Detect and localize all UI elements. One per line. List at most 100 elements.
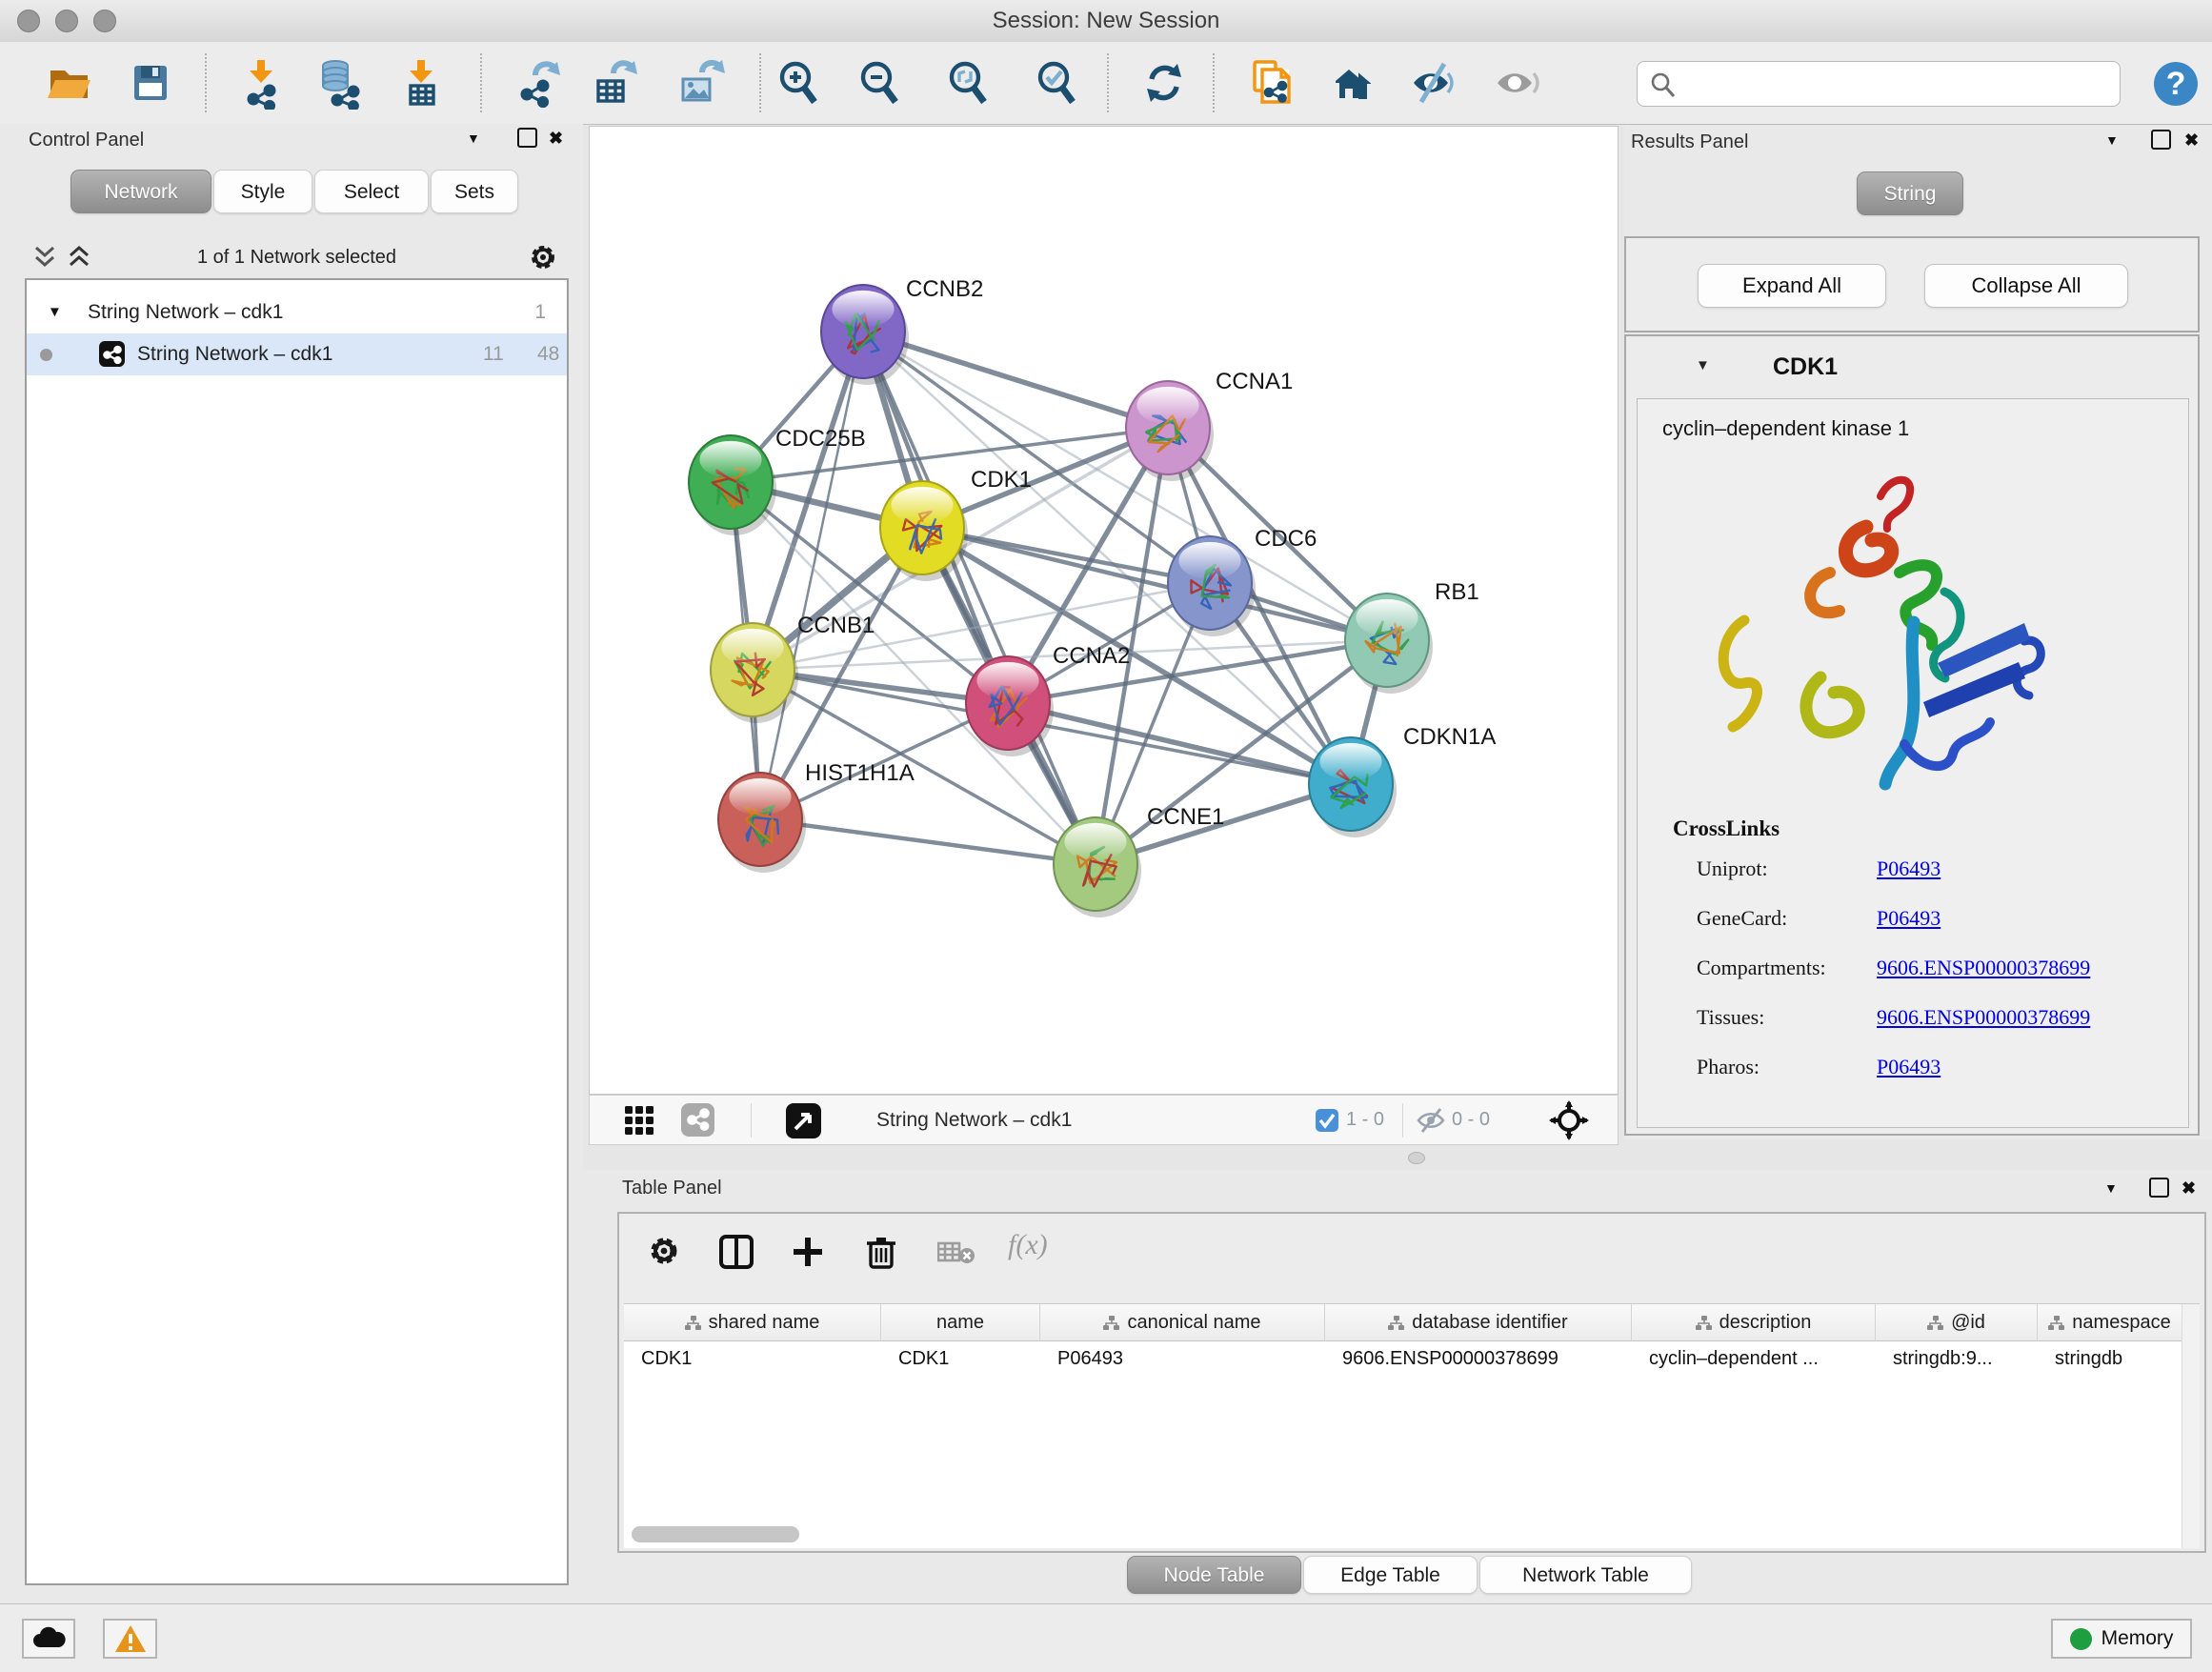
hide-panels-icon[interactable] [1406, 56, 1459, 110]
import-table-icon[interactable] [394, 56, 448, 110]
zoom-selected-icon[interactable] [1031, 56, 1084, 110]
crosslink-link[interactable]: P06493 [1877, 906, 1941, 931]
table-cell[interactable]: stringdb [2038, 1341, 2182, 1376]
save-session-icon[interactable] [124, 56, 177, 110]
network-collection-row[interactable]: ▼ String Network – cdk1 1 [27, 292, 567, 333]
node-CDC6[interactable] [1168, 536, 1256, 636]
string-network-graph[interactable]: CCNB2CCNA1CDC25BCDK1CDC6RB1CCNB1CCNA2CDK… [590, 127, 1618, 1094]
node-CDC25B[interactable] [689, 435, 776, 535]
panel-float-icon[interactable] [2149, 1178, 2169, 1198]
tab-style[interactable]: Style [213, 170, 312, 213]
tab-string[interactable]: String [1857, 171, 1963, 215]
detach-view-icon[interactable] [786, 1103, 821, 1138]
panel-menu-icon[interactable]: ▼ [467, 124, 480, 152]
horizontal-splitter[interactable] [583, 1145, 2212, 1170]
help-icon[interactable]: ? [2149, 56, 2202, 110]
node-table[interactable]: shared namenamecanonical namedatabase id… [624, 1303, 2200, 1548]
expand-all-button[interactable]: Expand All [1698, 264, 1886, 308]
node-CCNA1[interactable] [1126, 381, 1214, 481]
grid-view-icon[interactable] [623, 1104, 655, 1137]
add-column-icon[interactable] [791, 1235, 825, 1269]
zoom-in-icon[interactable] [773, 56, 826, 110]
show-panels-icon[interactable] [1490, 56, 1543, 110]
column-header-canonical-name[interactable]: canonical name [1040, 1304, 1325, 1341]
function-icon[interactable]: f(x) [1008, 1229, 1048, 1261]
crosslink-link[interactable]: P06493 [1877, 856, 1941, 881]
string-home-icon[interactable] [1324, 56, 1377, 110]
column-header-description[interactable]: description [1632, 1304, 1876, 1341]
delete-table-icon[interactable] [937, 1240, 975, 1265]
import-database-icon[interactable] [313, 56, 367, 110]
network-row-selected[interactable]: String Network – cdk1 11 48 [27, 333, 567, 375]
collapse-all-button[interactable]: Collapse All [1924, 264, 2128, 308]
gear-icon[interactable] [648, 1235, 680, 1267]
edge-CCNA2-CDKN1A[interactable] [1008, 703, 1351, 784]
hidden-eye-icon[interactable] [1415, 1107, 1447, 1134]
tab-network-table[interactable]: Network Table [1479, 1556, 1692, 1594]
table-cell[interactable]: P06493 [1040, 1341, 1325, 1376]
cloud-icon [30, 1626, 67, 1651]
tab-edge-table[interactable]: Edge Table [1303, 1556, 1478, 1594]
table-cell[interactable]: 9606.ENSP00000378699 [1325, 1341, 1632, 1376]
export-network-icon[interactable] [511, 56, 564, 110]
panel-float-icon[interactable] [517, 128, 537, 148]
columns-icon[interactable] [719, 1235, 754, 1269]
node-HIST1H1A[interactable] [718, 773, 806, 873]
node-RB1[interactable] [1345, 594, 1433, 694]
tab-network[interactable]: Network [70, 170, 211, 213]
crosslink-link[interactable]: 9606.ENSP00000378699 [1877, 956, 2090, 980]
panel-close-icon[interactable]: ✖ [549, 124, 563, 152]
edge-HIST1H1A-CCNE1[interactable] [760, 819, 1096, 864]
search-input[interactable] [1637, 61, 2121, 107]
edge-count: 48 [537, 333, 559, 375]
network-canvas[interactable]: CCNB2CCNA1CDC25BCDK1CDC6RB1CCNB1CCNA2CDK… [589, 126, 1619, 1095]
table-cell[interactable]: stringdb:9... [1876, 1341, 2038, 1376]
column-header-shared-name[interactable]: shared name [624, 1304, 881, 1341]
import-network-icon[interactable] [234, 56, 288, 110]
zoom-out-icon[interactable] [854, 56, 907, 110]
warning-button[interactable] [103, 1619, 157, 1659]
tab-node-table[interactable]: Node Table [1127, 1556, 1301, 1594]
table-cell[interactable]: CDK1 [881, 1341, 1040, 1376]
vertical-scrollbar[interactable] [2182, 1304, 2200, 1548]
panel-menu-icon[interactable]: ▼ [2105, 126, 2119, 154]
fit-content-icon[interactable] [1549, 1100, 1589, 1140]
edge-CCNB2-CCNA1[interactable] [863, 332, 1168, 428]
panel-close-icon[interactable]: ✖ [2184, 126, 2199, 154]
panel-close-icon[interactable]: ✖ [2182, 1174, 2196, 1202]
node-CDKN1A[interactable] [1309, 737, 1397, 837]
node-label-RB1: RB1 [1435, 579, 1479, 605]
export-table-icon[interactable] [587, 56, 640, 110]
gear-icon[interactable] [529, 243, 557, 272]
memory-button[interactable]: Memory [2051, 1619, 2192, 1659]
export-image-icon[interactable] [674, 56, 727, 110]
collapse-icon[interactable]: ▼ [1696, 357, 1710, 373]
table-cell[interactable]: cyclin–dependent ... [1632, 1341, 1876, 1376]
node-CCNE1[interactable] [1054, 817, 1141, 917]
open-session-icon[interactable] [42, 56, 95, 110]
share-view-icon[interactable] [681, 1103, 714, 1137]
horizontal-scrollbar-thumb[interactable] [632, 1526, 799, 1542]
refresh-icon[interactable] [1137, 56, 1191, 110]
tab-sets[interactable]: Sets [431, 170, 518, 213]
column-header-database-identifier[interactable]: database identifier [1325, 1304, 1632, 1341]
cloud-button[interactable] [22, 1619, 75, 1659]
delete-icon[interactable] [865, 1235, 897, 1269]
panel-menu-icon[interactable]: ▼ [2104, 1174, 2118, 1202]
column-header-name[interactable]: name [881, 1304, 1040, 1341]
panel-float-icon[interactable] [2151, 130, 2171, 150]
selected-checkbox-icon[interactable] [1316, 1109, 1338, 1132]
crosslink-link[interactable]: 9606.ENSP00000378699 [1877, 1005, 2090, 1030]
node-CDK1[interactable] [880, 481, 968, 581]
tab-select[interactable]: Select [314, 170, 429, 213]
splitter-handle[interactable] [1408, 1152, 1425, 1164]
collapse-icon[interactable]: ▼ [48, 292, 62, 333]
crosslink-link[interactable]: P06493 [1877, 1055, 1941, 1079]
zoom-fit-icon[interactable] [942, 56, 995, 110]
table-cell[interactable]: CDK1 [624, 1341, 881, 1376]
node-CCNB2[interactable] [821, 285, 909, 385]
clone-network-icon[interactable] [1243, 56, 1297, 110]
column-header--id[interactable]: @id [1876, 1304, 2038, 1341]
column-header-namespace[interactable]: namespace [2038, 1304, 2182, 1341]
node-label-CCNE1: CCNE1 [1147, 804, 1224, 830]
